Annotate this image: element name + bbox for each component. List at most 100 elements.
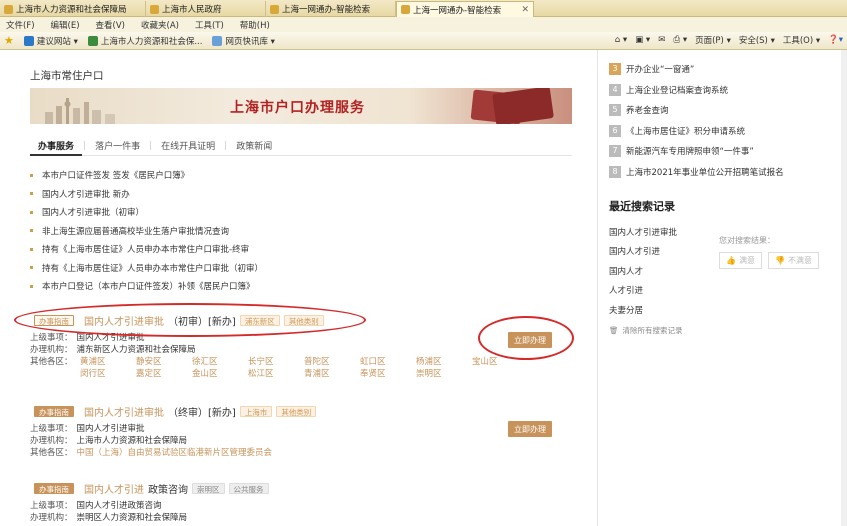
recent-search-item[interactable]: 国内人才引进审批 xyxy=(609,222,677,242)
parent-label: 上级事项： xyxy=(30,424,73,434)
scrollbar[interactable] xyxy=(841,50,847,526)
rss-icon[interactable]: ▣ ▾ xyxy=(635,35,650,45)
thumbs-down-icon: 👎 xyxy=(774,256,785,265)
quick-link[interactable]: 本市户口证件签发 签发《居民户口簿》 xyxy=(30,166,263,185)
column-divider xyxy=(597,50,598,526)
hot-service-item[interactable]: 3 开办企业“一窗通” xyxy=(609,59,784,80)
district-link[interactable]: 普陀区 xyxy=(304,356,360,368)
banner: 上海市户口办理服务 xyxy=(30,88,572,124)
page-menu[interactable]: 页面(P) ▾ xyxy=(695,34,731,46)
fav-webslice[interactable]: 网页快讯库 ▾ xyxy=(212,35,275,47)
region-tag: 上海市 xyxy=(239,405,273,417)
other-label: 其他各区： xyxy=(30,357,73,367)
menu-view[interactable]: 查看(V) xyxy=(96,19,125,31)
page-content: 上海市常住户口 上海市户口办理服务 办事服务 | 落户一件事 | 在线开具证明 | 政… xyxy=(0,50,847,526)
close-tab-icon[interactable]: ✕ xyxy=(521,5,529,15)
result-item: 办事指南 国内人才引进审批 （终审）[新办] 上海市 其他类别 上级事项： 国内人才… xyxy=(30,403,572,459)
quick-link[interactable]: 持有《上海市居住证》人员申办本市常住户口审批（初审） xyxy=(30,259,263,278)
tab-certificate[interactable]: 在线开具证明 xyxy=(152,139,224,152)
recent-search-item[interactable]: 国内人才引进 xyxy=(609,242,677,262)
hot-service-item[interactable]: 6 《上海市居住证》积分申请系统 xyxy=(609,121,784,142)
menu-file[interactable]: 文件(F) xyxy=(6,19,35,31)
home-icon[interactable]: ⌂ ▾ xyxy=(615,35,627,45)
tab-search-1[interactable]: 上海一网通办-智能检索 xyxy=(266,1,396,17)
quick-link[interactable]: 国内人才引进审批（初审） xyxy=(30,203,263,222)
district-link[interactable]: 静安区 xyxy=(136,356,192,368)
menu-edit[interactable]: 编辑(E) xyxy=(51,19,80,31)
unsatisfied-button[interactable]: 👎 不满意 xyxy=(767,252,819,269)
browser-tab-bar: 上海市人力资源和社会保障局 上海市人民政府 上海一网通办-智能检索 上海一网通办… xyxy=(0,0,847,17)
quick-link[interactable]: 本市户口登记（本市户口证件签发）补领《居民户口簿》 xyxy=(30,277,263,296)
result-title-suffix: 政策咨询 xyxy=(148,484,188,496)
district-link[interactable]: 奉贤区 xyxy=(360,368,416,380)
quick-link[interactable]: 国内人才引进审批 新办 xyxy=(30,185,263,204)
satisfied-button[interactable]: 👍 满意 xyxy=(719,252,762,269)
guide-tag[interactable]: 办事指南 xyxy=(34,482,74,494)
result-title[interactable]: 国内人才引进 xyxy=(84,481,144,496)
fav-suggested-sites[interactable]: 建议网站 ▾ xyxy=(23,35,78,47)
district-link[interactable]: 崇明区 xyxy=(416,368,472,380)
parent-value: 国内人才引进审批 xyxy=(76,424,145,434)
district-link[interactable]: 杨浦区 xyxy=(416,356,472,368)
favicon-icon xyxy=(150,4,159,14)
quick-links: 本市户口证件签发 签发《居民户口簿》 国内人才引进审批 新办 国内人才引进审批（… xyxy=(30,166,263,296)
hot-service-item[interactable]: 7 新能源汽车专用牌照申领“一件事” xyxy=(609,141,784,162)
banner-title: 上海市户口办理服务 xyxy=(230,100,365,116)
hot-service-item[interactable]: 5 养老金查询 xyxy=(609,100,784,121)
district-link[interactable]: 嘉定区 xyxy=(136,368,192,380)
district-link[interactable]: 青浦区 xyxy=(304,368,360,380)
recent-search-item[interactable]: 夫妻分居 xyxy=(609,300,677,320)
webslice-icon xyxy=(212,35,223,46)
favicon-icon xyxy=(270,4,279,14)
trash-icon: 🗑 xyxy=(609,326,619,335)
menu-tools[interactable]: 工具(T) xyxy=(195,19,224,31)
result-item: 办事指南 国内人才引进 政策咨询 崇明区 公共服务 上级事项： 国内人才引进政策咨询… xyxy=(30,480,572,524)
tab-search-active[interactable]: 上海一网通办-智能检索 ✕ xyxy=(396,1,534,17)
quick-link[interactable]: 非上海生源应届普通高校毕业生落户审批情况查询 xyxy=(30,222,263,241)
hot-service-item[interactable]: 8 上海市2021年事业单位公开招聘笔试报名 xyxy=(609,162,784,183)
recent-search-title: 最近搜索记录 xyxy=(609,200,675,213)
district-link[interactable]: 闵行区 xyxy=(80,368,136,380)
result-title[interactable]: 国内人才引进审批 xyxy=(84,404,164,419)
page-title: 上海市常住户口 xyxy=(30,70,104,82)
district-link[interactable]: 长宁区 xyxy=(248,356,304,368)
feedback-panel: 您对搜索结果： 👍 满意 👎 不满意 xyxy=(719,235,825,269)
menu-help[interactable]: 帮助(H) xyxy=(240,19,270,31)
safety-menu[interactable]: 安全(S) ▾ xyxy=(739,34,775,46)
tab-hrss[interactable]: 上海市人力资源和社会保障局 xyxy=(0,1,146,17)
tab-services[interactable]: 办事服务 xyxy=(38,139,83,152)
fav-hrss[interactable]: 上海市人力资源和社会保... xyxy=(87,35,202,47)
recent-search-item[interactable]: 人才引进 xyxy=(609,281,677,301)
menu-favorites[interactable]: 收藏夹(A) xyxy=(141,19,179,31)
district-link[interactable]: 徐汇区 xyxy=(192,356,248,368)
quick-link[interactable]: 持有《上海市居住证》人员申办本市常住户口审批-终审 xyxy=(30,240,263,259)
mail-icon[interactable]: ✉ xyxy=(658,35,665,45)
rank-badge: 5 xyxy=(609,104,621,117)
parent-label: 上级事项： xyxy=(30,501,73,511)
tab-gov[interactable]: 上海市人民政府 xyxy=(146,1,266,17)
org-value: 崇明区人力资源和社会保障局 xyxy=(76,513,188,523)
org-label: 办理机构： xyxy=(30,436,73,446)
other-value[interactable]: 中国（上海）自由贸易试验区临港新片区管理委员会 xyxy=(77,448,273,458)
help-icon[interactable]: ❓▾ xyxy=(828,35,843,45)
category-tag: 其他类别 xyxy=(276,405,317,417)
main-column: 上海市常住户口 上海市户口办理服务 办事服务 | 落户一件事 | 在线开具证明 | 政… xyxy=(14,50,574,526)
print-icon[interactable]: ⎙ ▾ xyxy=(673,35,687,45)
guide-tag[interactable]: 办事指南 xyxy=(34,405,74,417)
apply-now-button[interactable]: 立即办理 xyxy=(508,421,552,437)
recent-search-item[interactable]: 国内人才 xyxy=(609,261,677,281)
tab-label: 上海一网通办-智能检索 xyxy=(282,5,371,15)
district-link[interactable]: 黄浦区 xyxy=(80,356,136,368)
region-tag: 崇明区 xyxy=(192,482,225,494)
district-link[interactable]: 松江区 xyxy=(248,368,304,380)
org-value: 上海市人力资源和社会保障局 xyxy=(76,436,188,446)
favorites-star-icon[interactable]: ★ xyxy=(4,34,14,47)
org-value: 浦东新区人力资源和社会保障局 xyxy=(76,345,196,355)
tab-news[interactable]: 政策新闻 xyxy=(227,139,281,152)
hot-service-item[interactable]: 4 上海企业登记档案查询系统 xyxy=(609,80,784,101)
clear-history-button[interactable]: 🗑 清除所有搜索记录 xyxy=(609,325,683,336)
district-link[interactable]: 金山区 xyxy=(192,368,248,380)
tab-settle[interactable]: 落户一件事 xyxy=(86,139,149,152)
tools-menu[interactable]: 工具(O) ▾ xyxy=(783,34,820,46)
district-link[interactable]: 虹口区 xyxy=(360,356,416,368)
